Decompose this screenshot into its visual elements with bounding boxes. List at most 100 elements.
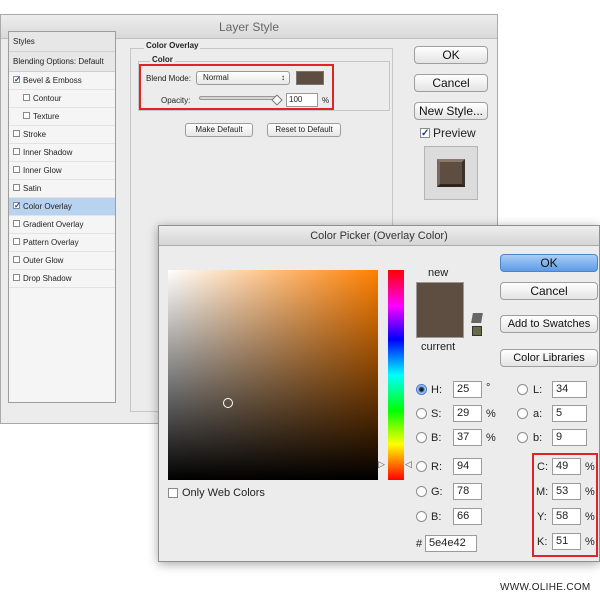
only-web-colors-box[interactable] [168, 488, 178, 499]
color-field[interactable] [168, 270, 378, 480]
red-radio[interactable] [416, 461, 427, 472]
lab-l-radio[interactable] [517, 384, 528, 395]
only-web-colors-checkbox[interactable]: Only Web Colors [168, 487, 265, 499]
styles-list: Styles Blending Options: Default ✓ Bevel … [8, 31, 116, 403]
pattern-overlay-label: Pattern Overlay [23, 238, 79, 247]
saturation-label: S: [431, 408, 442, 420]
texture-label: Texture [33, 112, 60, 121]
lab-b-label: b: [533, 432, 543, 444]
lab-a-input[interactable]: 5 [552, 405, 587, 422]
style-item-texture[interactable]: Texture [9, 108, 115, 126]
blue-radio[interactable] [416, 511, 427, 522]
stroke-checkbox[interactable] [13, 130, 20, 138]
hue-input[interactable]: 25 [453, 381, 482, 398]
watermark: WWW.OLIHE.COM [500, 582, 591, 593]
brightness-radio[interactable] [416, 432, 427, 443]
preview-label: Preview [433, 126, 476, 140]
outer-glow-label: Outer Glow [23, 256, 64, 265]
highlight-box-cmyk [532, 453, 598, 557]
satin-checkbox[interactable] [13, 184, 20, 192]
style-item-outer-glow[interactable]: Outer Glow [9, 252, 115, 270]
bevel-emboss-checkbox[interactable]: ✓ [13, 76, 21, 84]
style-item-bevel-emboss[interactable]: ✓ Bevel & Emboss [9, 72, 115, 90]
color-overlay-checkbox[interactable]: ✓ [13, 202, 21, 210]
lab-b-radio[interactable] [517, 432, 528, 443]
preview-swatch [437, 159, 465, 187]
gamut-warning-icon[interactable] [471, 313, 483, 323]
pattern-overlay-checkbox[interactable] [13, 238, 20, 246]
blending-options-item[interactable]: Blending Options: Default [9, 52, 115, 72]
blue-label: B: [431, 511, 442, 523]
lab-b-input[interactable]: 9 [552, 429, 587, 446]
hue-radio[interactable] [416, 384, 427, 395]
hue-slider[interactable] [388, 270, 404, 480]
style-item-color-overlay[interactable]: ✓ Color Overlay [9, 198, 115, 216]
inner-shadow-checkbox[interactable] [13, 148, 20, 156]
blending-options-label: Blending Options: Default [13, 57, 104, 66]
styles-header[interactable]: Styles [9, 32, 115, 52]
color-picker-title: Color Picker (Overlay Color) [159, 226, 599, 246]
color-picker-cursor[interactable] [223, 398, 233, 408]
brightness-input[interactable]: 37 [453, 429, 482, 446]
layer-style-cancel-button[interactable]: Cancel [414, 74, 488, 92]
layer-style-ok-button[interactable]: OK [414, 46, 488, 64]
style-item-gradient-overlay[interactable]: Gradient Overlay [9, 216, 115, 234]
hue-unit: ° [486, 382, 491, 394]
green-radio[interactable] [416, 486, 427, 497]
inner-glow-label: Inner Glow [23, 166, 62, 175]
new-color-label: new [428, 267, 449, 279]
stroke-label: Stroke [23, 130, 47, 139]
reset-default-button[interactable]: Reset to Default [267, 123, 341, 137]
preview-check-icon[interactable]: ✓ [420, 127, 430, 138]
hex-input[interactable]: 5e4e42 [425, 535, 477, 552]
style-item-inner-glow[interactable]: Inner Glow [9, 162, 115, 180]
new-style-button[interactable]: New Style... [414, 102, 488, 120]
preview-checkbox[interactable]: ✓ Preview [420, 126, 476, 140]
contour-label: Contour [33, 94, 62, 103]
color-sub-title: Color [150, 55, 175, 64]
add-to-swatches-button[interactable]: Add to Swatches [500, 315, 598, 333]
style-item-contour[interactable]: Contour [9, 90, 115, 108]
gradient-overlay-checkbox[interactable] [13, 220, 20, 228]
red-label: R: [431, 461, 442, 473]
color-overlay-label: Color Overlay [23, 202, 72, 211]
lab-l-input[interactable]: 34 [552, 381, 587, 398]
color-picker-ok-button[interactable]: OK [500, 254, 598, 272]
bevel-emboss-label: Bevel & Emboss [23, 76, 82, 85]
color-libraries-button[interactable]: Color Libraries [500, 349, 598, 367]
preview-thumbnail [424, 146, 478, 200]
saturation-input[interactable]: 29 [453, 405, 482, 422]
style-item-inner-shadow[interactable]: Inner Shadow [9, 144, 115, 162]
brightness-label: B: [431, 432, 442, 444]
styles-header-label: Styles [13, 37, 35, 46]
blue-input[interactable]: 66 [453, 508, 482, 525]
drop-shadow-checkbox[interactable] [13, 274, 20, 282]
style-item-satin[interactable]: Satin [9, 180, 115, 198]
lab-a-label: a: [533, 408, 543, 420]
contour-checkbox[interactable] [23, 94, 30, 102]
style-item-drop-shadow[interactable]: Drop Shadow [9, 270, 115, 288]
hex-label: # [416, 538, 423, 550]
color-picker-cancel-button[interactable]: Cancel [500, 282, 598, 300]
current-color-label: current [421, 341, 456, 353]
outer-glow-checkbox[interactable] [13, 256, 20, 264]
style-item-pattern-overlay[interactable]: Pattern Overlay [9, 234, 115, 252]
make-default-button[interactable]: Make Default [185, 123, 253, 137]
style-item-stroke[interactable]: Stroke [9, 126, 115, 144]
brightness-unit: % [486, 432, 496, 444]
texture-checkbox[interactable] [23, 112, 30, 120]
websafe-cube-icon[interactable] [472, 326, 482, 336]
hue-slider-arrow-right-icon[interactable]: ◁ [405, 459, 412, 470]
drop-shadow-label: Drop Shadow [23, 274, 72, 283]
hue-slider-arrow-left-icon[interactable]: ▷ [378, 459, 385, 470]
saturation-unit: % [486, 408, 496, 420]
lab-a-radio[interactable] [517, 408, 528, 419]
green-input[interactable]: 78 [453, 483, 482, 500]
red-input[interactable]: 94 [453, 458, 482, 475]
highlight-box-overlay [139, 64, 334, 110]
saturation-radio[interactable] [416, 408, 427, 419]
inner-glow-checkbox[interactable] [13, 166, 20, 174]
satin-label: Satin [23, 184, 42, 193]
color-overlay-title: Color Overlay [144, 41, 201, 50]
gradient-overlay-label: Gradient Overlay [23, 220, 84, 229]
